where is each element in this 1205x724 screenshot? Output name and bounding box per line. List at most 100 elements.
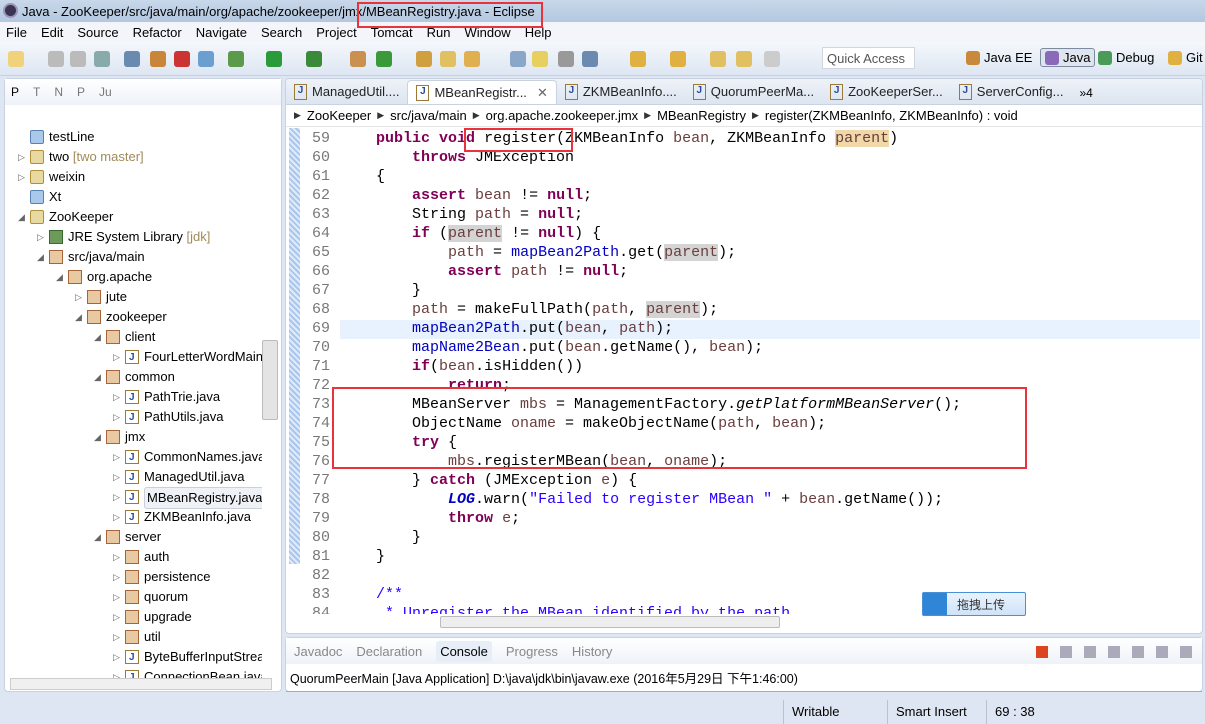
clear-console-icon[interactable] [1108,646,1120,658]
toolbar-icon-15[interactable] [464,51,480,67]
code-line[interactable]: String path = null; [340,205,583,224]
toolbar-icon-16[interactable] [510,51,526,67]
code-line[interactable]: } [340,281,421,300]
toolbar-icon-21[interactable] [670,51,686,67]
terminate-icon[interactable] [1036,646,1048,658]
code-line[interactable]: mapName2Bean.put(bean.getName(), bean); [340,338,763,357]
code-line[interactable]: path = makeFullPath(path, parent); [340,300,718,319]
menu-project[interactable]: Project [316,25,356,40]
code-line[interactable]: } [340,528,421,547]
code-token: = makeFullPath( [448,301,593,318]
breadcrumb-item[interactable]: ZooKeeper [307,108,371,123]
toolbar-icon-17[interactable] [532,51,548,67]
code-token: .getName(), [601,339,710,356]
toolbar-icon-14[interactable] [440,51,456,67]
toolbar-icon-22[interactable] [710,51,726,67]
toolbar-icon-23[interactable] [736,51,752,67]
line-number: 83 [311,586,330,603]
line-number: 77 [311,472,330,489]
code-line[interactable]: { [340,167,385,186]
remove-all-icon[interactable] [1084,646,1096,658]
toolbar-icon-19[interactable] [582,51,598,67]
pin-console-icon[interactable] [1156,646,1168,658]
display-console-icon[interactable] [1180,646,1192,658]
toolbar-icon-20[interactable] [630,51,646,67]
tab-overflow-button[interactable]: »4 [1071,82,1100,104]
bottom-tab-declaration[interactable]: Declaration [356,644,422,659]
scroll-lock-icon[interactable] [1132,646,1144,658]
toolbar-icon-12[interactable] [376,51,392,67]
editor-tab[interactable]: ZKMBeanInfo.... [557,80,685,104]
code-token: != [547,263,584,280]
line-number: 68 [311,301,330,318]
code-line[interactable]: if(bean.isHidden()) [340,357,583,376]
breadcrumb-item[interactable]: register(ZKMBeanInfo, ZKMBeanInfo) : voi… [765,108,1018,123]
code-line[interactable]: throw e; [340,509,520,528]
code-token: path [619,320,656,337]
collapsed-arrow-icon[interactable]: ▷ [113,627,123,647]
code-token: , ZKMBeanInfo [709,130,836,147]
upload-button[interactable]: 拖拽上传 [922,592,1026,616]
line-number: 82 [311,567,330,584]
code-token: bean [565,320,602,337]
code-line[interactable]: * Unregister the MBean identified by the… [340,604,790,614]
perspective-git[interactable]: Git [1168,50,1203,65]
code-line[interactable]: if (parent != null) { [340,224,601,243]
line-number: 69 [311,320,330,337]
remove-launch-icon[interactable] [1060,646,1072,658]
code-line[interactable]: } [340,547,385,566]
editor-tab[interactable]: ServerConfig... [951,80,1072,104]
editor-tab-label: ZKMBeanInfo.... [582,84,677,99]
close-tab-icon[interactable]: ✕ [537,85,548,100]
code-line[interactable]: assert bean != null; [340,186,592,205]
code-line[interactable]: path = mapBean2Path.get(parent); [340,243,736,262]
toolbar-icon-24[interactable] [764,51,780,67]
code-token: } [340,548,386,565]
code-token: bean [709,339,746,356]
code-line[interactable]: assert path != null; [340,262,628,281]
collapsed-arrow-icon[interactable]: ▷ [113,647,123,667]
toolbar-icon-10[interactable] [306,51,322,67]
editor-horizontal-scrollbar[interactable] [440,616,780,628]
tree-horizontal-scrollbar[interactable] [10,678,272,690]
code-token: throws [412,149,467,166]
bottom-tab-console[interactable]: Console [436,640,492,662]
perspective-debug[interactable]: Debug [1098,50,1154,65]
toolbar-icon-9[interactable] [266,51,282,67]
perspective-label: Java [1063,50,1091,65]
code-line[interactable]: public void register(ZKMBeanInfo bean, Z… [340,129,898,148]
code-token: ; [574,206,584,223]
quick-access-input[interactable]: Quick Access [822,47,915,69]
editor-tab[interactable]: MBeanRegistr... ✕ [407,80,557,104]
code-token: e [601,472,611,489]
code-line[interactable]: /** [340,585,403,604]
line-number: 64 [311,225,330,242]
editor-tab-label: ManagedUtil.... [312,84,400,99]
bottom-tab-progress[interactable]: Progress [506,644,558,659]
breadcrumb-item[interactable]: MBeanRegistry [657,108,746,123]
code-token: } [340,282,422,299]
code-token: /** [340,586,404,603]
code-line[interactable]: } catch (JMException e) { [340,471,637,490]
bottom-tab-history[interactable]: History [572,644,612,659]
editor-tab[interactable]: ManagedUtil.... [286,80,407,104]
editor-tab[interactable]: QuorumPeerMa... [685,80,822,104]
line-number: 70 [311,339,330,356]
menu-search[interactable]: Search [261,25,302,40]
code-token: ) { [610,472,638,489]
status-writable: Writable [783,700,887,724]
code-token: mapName2Bean [412,339,521,356]
breadcrumb-item[interactable]: org.apache.zookeeper.jmx [486,108,638,123]
perspective-java[interactable]: Java [1040,48,1096,67]
bottom-tab-javadoc[interactable]: Javadoc [294,644,342,659]
toolbar-icon-13[interactable] [416,51,432,67]
toolbar-icon-11[interactable] [350,51,366,67]
code-line[interactable]: LOG.warn("Failed to register MBean " + b… [340,490,943,509]
toolbar-icon-18[interactable] [558,51,574,67]
editor-tab[interactable]: ZooKeeperSer... [822,80,951,104]
breadcrumb-item[interactable]: src/java/main [390,108,467,123]
code-line[interactable]: mapBean2Path.put(bean, path); [340,319,673,338]
perspective-java-ee[interactable]: Java EE [966,50,1032,65]
